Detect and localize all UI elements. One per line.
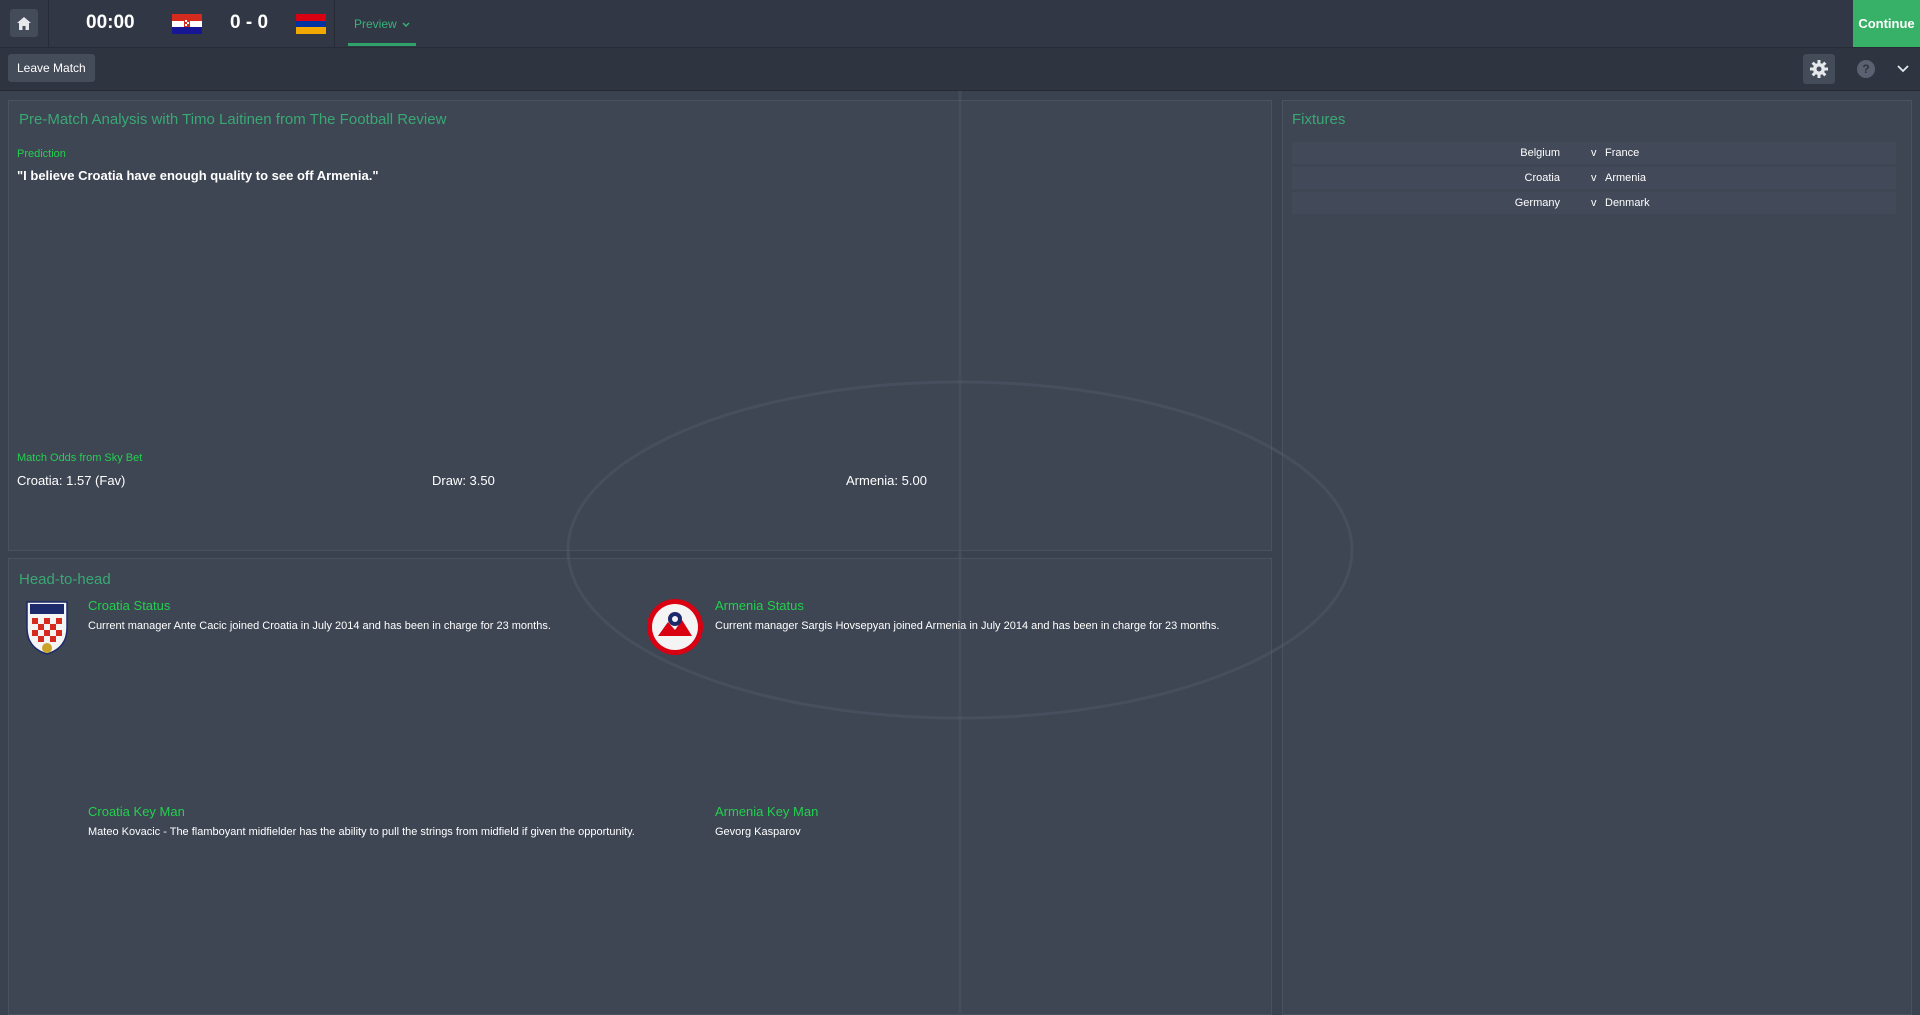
fixture-separator: v <box>1591 172 1597 184</box>
menu-dropdown-button[interactable] <box>1896 60 1910 78</box>
armenia-status-title: Armenia Status <box>715 598 804 613</box>
armenia-key-man-title: Armenia Key Man <box>715 804 819 819</box>
analysis-title: Pre-Match Analysis with Timo Laitinen fr… <box>19 111 447 128</box>
fixtures-title: Fixtures <box>1292 111 1346 128</box>
fixture-separator: v <box>1591 197 1597 209</box>
prediction-quote: "I believe Croatia have enough quality t… <box>17 168 379 183</box>
tab-active-indicator <box>348 43 416 46</box>
fixture-away-team: Denmark <box>1605 197 1650 209</box>
toolbar: Leave Match ? <box>0 48 1920 91</box>
fixture-home-team: Belgium <box>1520 147 1560 159</box>
leave-match-button[interactable]: Leave Match <box>8 54 95 82</box>
armenia-flag-icon <box>296 14 326 34</box>
top-bar: 00:00 0 - 0 Preview Continue <box>0 0 1920 48</box>
croatia-status-title: Croatia Status <box>88 598 171 613</box>
gear-icon <box>1810 60 1828 78</box>
fixtures-panel <box>1282 100 1912 1015</box>
odds-away: Armenia: 5.00 <box>846 473 927 488</box>
fixture-home-team: Croatia <box>1524 172 1560 184</box>
head-to-head-title: Head-to-head <box>19 571 111 588</box>
fixture-away-team: France <box>1605 147 1640 159</box>
armenia-key-man-text: Gevorg Kasparov <box>715 826 801 838</box>
fixture-home-team: Germany <box>1514 197 1560 209</box>
fixture-away-team: Armenia <box>1605 172 1646 184</box>
chevron-down-icon <box>1897 65 1909 73</box>
help-icon[interactable]: ? <box>1857 60 1875 78</box>
prediction-label: Prediction <box>17 148 66 160</box>
score: 0 - 0 <box>230 12 269 33</box>
tab-preview-label: Preview <box>354 17 397 31</box>
chevron-down-icon <box>402 22 410 27</box>
match-clock: 00:00 <box>86 12 135 33</box>
fixture-row[interactable]: Croatia v Armenia <box>1292 167 1896 189</box>
tab-preview[interactable]: Preview <box>354 17 410 31</box>
home-icon <box>17 16 31 30</box>
croatia-key-man-title: Croatia Key Man <box>88 804 185 819</box>
odds-label: Match Odds from Sky Bet <box>17 452 143 464</box>
odds-home: Croatia: 1.57 (Fav) <box>17 473 126 488</box>
armenia-crest-icon[interactable] <box>646 598 704 656</box>
continue-button[interactable]: Continue <box>1853 0 1920 47</box>
croatia-status-text: Current manager Ante Cacic joined Croati… <box>88 620 551 632</box>
odds-draw: Draw: 3.50 <box>432 473 495 488</box>
fixture-separator: v <box>1591 147 1597 159</box>
fixture-row[interactable]: Belgium v France <box>1292 142 1896 164</box>
armenia-status-text: Current manager Sargis Hovsepyan joined … <box>715 620 1220 632</box>
croatia-key-man-text: Mateo Kovacic - The flamboyant midfielde… <box>88 826 635 838</box>
croatia-crest-icon[interactable] <box>24 598 70 656</box>
fixture-row[interactable]: Germany v Denmark <box>1292 192 1896 214</box>
croatia-flag-icon <box>172 14 202 34</box>
divider <box>48 0 49 47</box>
divider <box>334 0 335 47</box>
home-button[interactable] <box>10 9 38 37</box>
settings-button[interactable] <box>1803 54 1835 84</box>
